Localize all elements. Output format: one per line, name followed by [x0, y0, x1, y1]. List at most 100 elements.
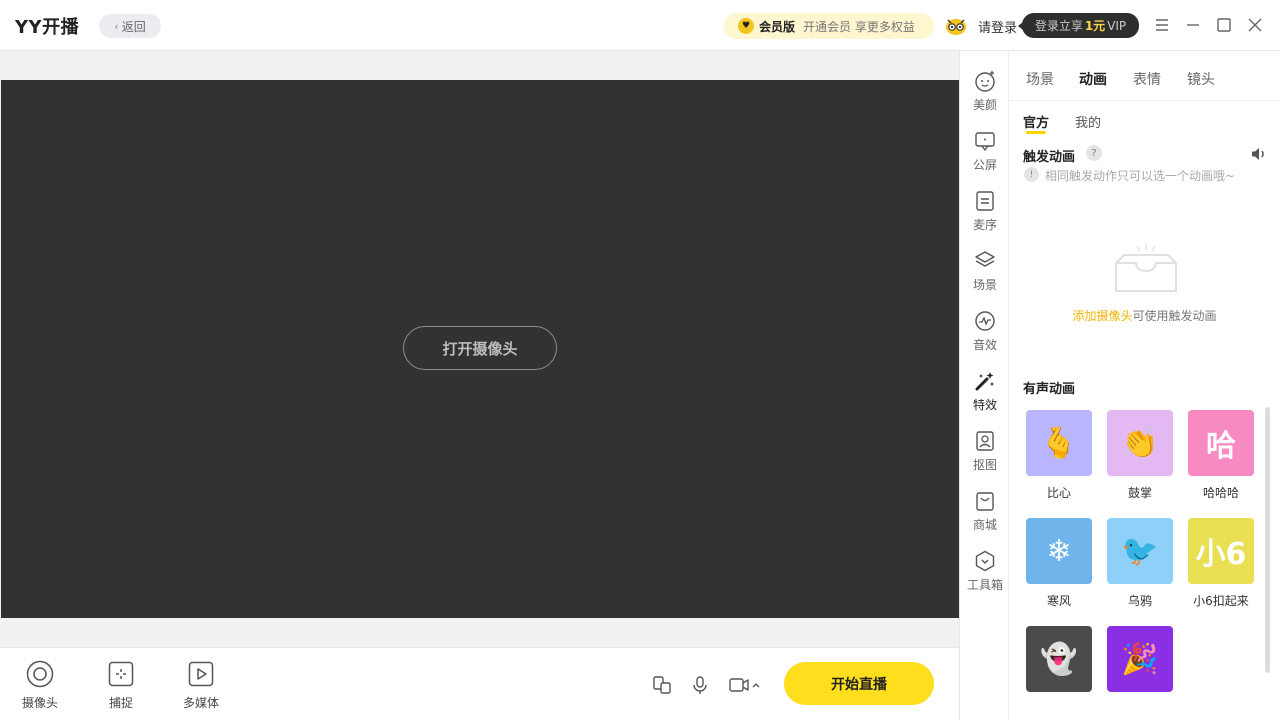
- side-item-label: 麦序: [972, 218, 997, 232]
- info-icon: !: [1024, 167, 1039, 182]
- side-item-beauty[interactable]: 美颜: [960, 69, 1010, 113]
- animation-label: 乌鸦: [1127, 594, 1152, 608]
- panel-scrollbar[interactable]: [1265, 407, 1270, 673]
- side-item-sound-effect[interactable]: 音效: [960, 309, 1010, 353]
- title-bar: YY开播 ‹ 返回 ♥ 会员版 开通会员 享更多权益 请登录 登录立享 1元 V…: [0, 0, 1280, 51]
- animation-item-laotie[interactable]: 👻: [1025, 626, 1093, 700]
- menu-icon[interactable]: [1152, 15, 1172, 35]
- back-button[interactable]: ‹ 返回: [99, 14, 161, 38]
- close-icon[interactable]: [1245, 15, 1265, 35]
- animation-item-hahaha[interactable]: 哈 哈哈哈: [1187, 410, 1255, 501]
- help-icon[interactable]: ?: [1086, 145, 1102, 161]
- promo-prefix: 登录立享: [1034, 19, 1083, 33]
- promo-suffix: VIP: [1107, 18, 1127, 33]
- vip-description: 开通会员 享更多权益: [803, 19, 915, 34]
- layout-switch-icon[interactable]: [652, 675, 672, 695]
- source-capture-button[interactable]: 捕捉: [96, 660, 146, 711]
- subtab-official[interactable]: 官方: [1023, 112, 1049, 131]
- minimize-icon[interactable]: [1183, 15, 1203, 35]
- subtab-mine[interactable]: 我的: [1075, 112, 1101, 131]
- vip-promo-tooltip[interactable]: 登录立享 1元 VIP: [1018, 13, 1139, 38]
- animation-label: 鼓掌: [1127, 486, 1152, 500]
- active-subtab-indicator: [1026, 131, 1046, 134]
- side-item-toolbox[interactable]: 工具箱: [960, 549, 1010, 593]
- animation-label: 哈哈哈: [1202, 486, 1239, 500]
- animation-thumbnail: ❄: [1026, 518, 1092, 584]
- side-item-label: 工具箱: [966, 578, 1003, 592]
- source-label: 捕捉: [108, 696, 133, 710]
- animation-thumbnail: 👏: [1107, 410, 1173, 476]
- tab-scene[interactable]: 场景: [1026, 69, 1054, 89]
- start-live-button[interactable]: 开始直播: [784, 662, 934, 705]
- vip-banner[interactable]: ♥ 会员版 开通会员 享更多权益: [724, 13, 934, 39]
- live-preview[interactable]: 打开摄像头: [1, 80, 959, 618]
- side-item-label: 音效: [972, 338, 997, 352]
- sound-wave-icon: [975, 311, 995, 331]
- bottom-toolbar: 摄像头 捕捉 多媒体 开始直播: [0, 647, 959, 720]
- chevron-left-icon: ‹: [114, 19, 119, 33]
- side-item-cutout[interactable]: 抠图: [960, 429, 1010, 473]
- animation-label: 寒风: [1046, 594, 1071, 608]
- layers-icon: [975, 251, 995, 267]
- magic-wand-icon: [975, 372, 994, 391]
- side-item-label: 特效: [972, 398, 997, 412]
- app-logo: YY开播: [15, 17, 80, 38]
- open-camera-button[interactable]: 打开摄像头: [403, 326, 557, 370]
- animation-item-bixin[interactable]: 🫰 比心: [1025, 410, 1093, 501]
- speaker-icon[interactable]: [1250, 145, 1268, 163]
- vip-badge: 会员版: [759, 19, 796, 34]
- empty-state-message: 添加摄像头可使用触发动画: [1009, 307, 1280, 324]
- sound-animation-title: 有声动画: [1023, 382, 1076, 397]
- animation-thumbnail: 🫰: [1026, 410, 1092, 476]
- add-camera-link[interactable]: 添加摄像头: [1072, 309, 1132, 323]
- animation-item-crow[interactable]: 🐦 乌鸦: [1106, 518, 1174, 609]
- source-label: 摄像头: [21, 696, 58, 710]
- animation-thumbnail: 哈: [1188, 410, 1254, 476]
- toolbox-icon: [975, 550, 995, 572]
- animation-label: 小6扣起来: [1193, 594, 1249, 608]
- empty-state-text: 可使用触发动画: [1132, 309, 1217, 323]
- side-item-label: 美颜: [972, 98, 997, 112]
- tab-emoji[interactable]: 表情: [1133, 69, 1161, 89]
- chat-screen-icon: [975, 132, 995, 152]
- source-camera-button[interactable]: 摄像头: [15, 660, 65, 711]
- side-item-shop[interactable]: 商城: [960, 489, 1010, 533]
- animation-item-xiao6[interactable]: 小6 小6扣起来: [1187, 518, 1255, 609]
- stage-area: 打开摄像头: [0, 51, 959, 647]
- side-item-effects[interactable]: 特效: [960, 369, 1010, 413]
- media-play-icon: [188, 661, 214, 687]
- animation-thumbnail: 👻: [1026, 626, 1092, 692]
- camera-circle-icon: [26, 660, 54, 688]
- animation-panel: 场景 动画 表情 镜头 官方 我的 触发动画 ? ! 相同触发动作只可以选一个动…: [1009, 51, 1280, 720]
- panel-tabs: 场景 动画 表情 镜头: [1009, 51, 1280, 101]
- animation-grid: 🫰 比心 👏 鼓掌 哈 哈哈哈 ❄ 寒风 🐦 乌鸦 小6 小6扣起来 👻 🎉: [1009, 410, 1280, 720]
- source-label: 多媒体: [182, 696, 219, 710]
- microphone-icon[interactable]: [690, 675, 710, 695]
- tab-animation[interactable]: 动画: [1079, 69, 1107, 89]
- source-media-button[interactable]: 多媒体: [176, 660, 226, 711]
- animation-label: 比心: [1046, 486, 1071, 500]
- side-toolbar: 美颜 公屏 麦序 场景 音效 特效 抠图 商城 工具箱: [959, 51, 1009, 720]
- portrait-cutout-icon: [976, 431, 994, 451]
- side-item-label: 商城: [972, 518, 997, 532]
- trigger-animation-title: 触发动画: [1023, 150, 1076, 165]
- avatar-icon[interactable]: [945, 16, 967, 36]
- login-link[interactable]: 请登录: [978, 17, 1017, 36]
- maximize-icon[interactable]: [1214, 15, 1234, 35]
- side-item-public-screen[interactable]: 公屏: [960, 129, 1010, 173]
- side-item-label: 公屏: [972, 158, 997, 172]
- empty-box-icon: [1115, 243, 1177, 292]
- animation-thumbnail: 小6: [1188, 518, 1254, 584]
- beauty-face-icon: [975, 71, 995, 92]
- animation-item-clap[interactable]: 👏 鼓掌: [1106, 410, 1174, 501]
- animation-item-cold-wind[interactable]: ❄ 寒风: [1025, 518, 1093, 609]
- promo-price: 1元: [1084, 19, 1106, 33]
- side-item-mic-queue[interactable]: 麦序: [960, 189, 1010, 233]
- video-camera-icon[interactable]: [728, 675, 762, 695]
- animation-item-celebrate[interactable]: 🎉: [1106, 626, 1174, 700]
- animation-thumbnail: 🐦: [1107, 518, 1173, 584]
- tab-lens[interactable]: 镜头: [1187, 69, 1215, 89]
- side-item-scene[interactable]: 场景: [960, 249, 1010, 293]
- vip-heart-icon: ♥: [738, 18, 754, 34]
- capture-icon: [108, 661, 134, 687]
